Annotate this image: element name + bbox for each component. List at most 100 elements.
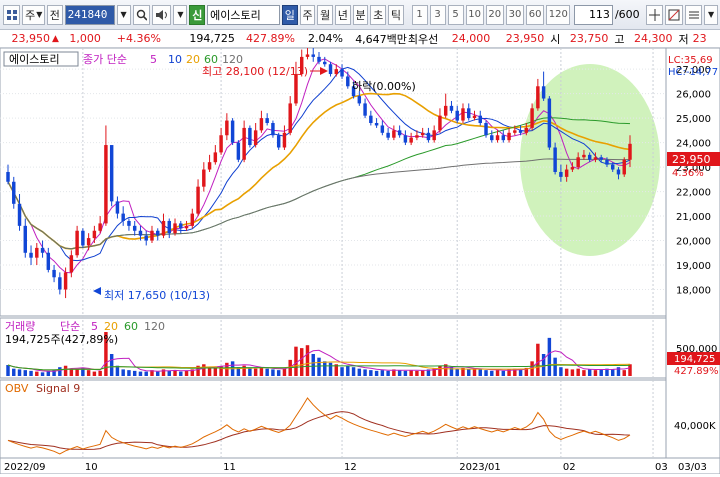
- unit-10-button[interactable]: 10: [465, 4, 484, 25]
- unit-1-button[interactable]: 1: [411, 4, 428, 25]
- change-rate: +4.36%: [116, 32, 161, 45]
- unit-20-button[interactable]: 20: [485, 4, 504, 25]
- candle-body: [541, 86, 546, 99]
- candle-body: [311, 54, 315, 57]
- market-prefix-select[interactable]: 주 ▼: [22, 4, 45, 25]
- period-day-button[interactable]: 일: [282, 4, 298, 25]
- open-label: 시: [550, 32, 561, 46]
- x-axis-label: 2022/09: [4, 462, 46, 473]
- volume-bar: [593, 370, 598, 376]
- volume-bar: [259, 367, 264, 376]
- volume-rate-tag-text: 427.89%: [674, 366, 719, 377]
- period-tick-button[interactable]: 틱: [388, 4, 404, 25]
- volume-bar: [179, 371, 183, 376]
- candle-body: [420, 132, 425, 136]
- stock-chart[interactable]: 27,000 26,000 25,000 24,000 23,000 22,000 21,0…: [0, 42, 720, 475]
- volume-ma-20: 20: [104, 320, 118, 333]
- speaker-icon[interactable]: [152, 4, 172, 25]
- candle-body: [58, 277, 62, 290]
- count-input[interactable]: 113: [574, 4, 613, 25]
- period-year-button[interactable]: 년: [335, 4, 351, 25]
- current-price: 23,950: [11, 32, 51, 45]
- unit-60-button[interactable]: 60: [526, 4, 545, 25]
- candle-body: [605, 159, 609, 165]
- price-y-tick-label: 19,000: [676, 261, 711, 272]
- candle-body: [346, 76, 350, 87]
- period-month-button[interactable]: 월: [317, 4, 334, 25]
- volume-bar: [132, 370, 137, 376]
- volume-bar: [138, 371, 143, 376]
- period-week-button[interactable]: 주: [299, 4, 316, 25]
- period-minute-button[interactable]: 분: [352, 4, 369, 25]
- unit-120-button[interactable]: 120: [546, 4, 571, 25]
- best-sell-price: 24,000: [451, 32, 491, 45]
- change-arrow-icon: ▲: [52, 33, 59, 44]
- candle-body: [104, 145, 108, 224]
- unit-3-button[interactable]: 3: [429, 4, 446, 25]
- volume-bar: [472, 368, 477, 376]
- obv-panel: [0, 379, 667, 459]
- unit-30-button[interactable]: 30: [505, 4, 525, 25]
- search-icon[interactable]: [132, 4, 151, 25]
- chevron-down-icon[interactable]: ▼: [704, 4, 719, 25]
- x-axis-label: 02: [563, 462, 576, 473]
- volume-bar: [478, 369, 482, 376]
- x-axis-label: 03/03: [678, 462, 707, 473]
- x-axis-label: 12: [344, 462, 357, 473]
- candle-body: [622, 159, 626, 175]
- high-price: 24,300: [634, 32, 673, 45]
- candle-body: [253, 130, 258, 146]
- period-second-button[interactable]: 초: [370, 4, 387, 25]
- candle-body: [576, 157, 580, 168]
- volume-bar: [501, 370, 506, 376]
- volume-bar: [518, 369, 523, 376]
- type-button[interactable]: 전: [46, 4, 63, 25]
- candle-body: [184, 225, 189, 229]
- volume-bar: [547, 337, 552, 376]
- best-quote-label: 최우선: [407, 32, 439, 46]
- candle-body: [46, 252, 51, 270]
- tools-icon[interactable]: [665, 4, 683, 25]
- grid-icon[interactable]: [3, 4, 21, 25]
- volume-bar: [109, 354, 114, 376]
- open-price: 23,750: [569, 32, 609, 45]
- volume-bar: [386, 370, 390, 376]
- code-dropdown-button[interactable]: ▼: [116, 4, 131, 25]
- candle-body: [426, 132, 431, 141]
- volume-bar: [225, 362, 229, 376]
- candle-body: [334, 69, 339, 75]
- candle-body: [564, 169, 569, 177]
- candle-body: [530, 108, 534, 128]
- candle-body: [35, 247, 39, 258]
- volume-bar: [610, 369, 615, 376]
- volume-ma-120: 120: [144, 320, 165, 333]
- candle-body: [547, 98, 552, 148]
- volume-bar: [317, 357, 321, 376]
- unit-5-button[interactable]: 5: [447, 4, 464, 25]
- volume-bar: [403, 370, 408, 376]
- candle-body: [559, 171, 563, 177]
- candle-body: [415, 135, 419, 138]
- settings-icon[interactable]: [684, 4, 703, 25]
- volume-bar: [357, 368, 362, 376]
- price-change: 1,000: [69, 32, 101, 45]
- volume-bar: [536, 343, 540, 376]
- high-annotation: 최고 28,100 (12/13): [202, 65, 308, 78]
- candle-body: [63, 272, 68, 290]
- volume-bar: [599, 369, 603, 376]
- volume-bar: [369, 370, 373, 376]
- price-y-tick-label: 21,000: [676, 212, 711, 223]
- candle-body: [127, 220, 131, 226]
- chart-canvas[interactable]: 27,00026,00025,00024,00023,00022,00021,0…: [0, 42, 720, 475]
- stock-code-input[interactable]: 241840: [64, 4, 115, 25]
- volume-ma-label: 단순: [60, 320, 80, 333]
- candle-body: [317, 56, 321, 62]
- volume-bar: [553, 357, 557, 376]
- sound-dropdown-button[interactable]: ▼: [173, 4, 188, 25]
- volume-bar: [69, 368, 74, 376]
- candle-body: [374, 123, 379, 126]
- stock-name-field: 에이스토리: [207, 4, 280, 25]
- candle-body: [392, 130, 396, 138]
- candle-body: [132, 225, 137, 231]
- crosshair-icon[interactable]: [645, 4, 664, 25]
